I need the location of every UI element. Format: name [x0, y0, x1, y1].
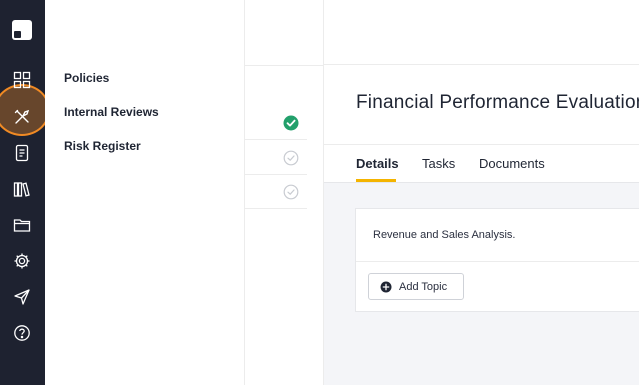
- checklist-row[interactable]: [245, 106, 307, 140]
- checklist-row[interactable]: [245, 141, 307, 175]
- plus-circle-icon: [380, 281, 392, 292]
- topic-description: Revenue and Sales Analysis.: [373, 229, 516, 241]
- dashboard-icon[interactable]: [12, 70, 32, 90]
- detail-header: Financial Performance Evaluation Details…: [324, 66, 639, 183]
- submenu-item-risk-register[interactable]: Risk Register: [64, 139, 141, 153]
- check-pending-icon: [283, 184, 299, 200]
- divider: [356, 261, 639, 262]
- tools-icon[interactable]: [12, 107, 32, 127]
- page-title: Financial Performance Evaluation: [356, 92, 639, 113]
- add-topic-label: Add Topic: [399, 280, 448, 293]
- folder-icon[interactable]: [12, 215, 32, 235]
- tab-documents[interactable]: Documents: [479, 156, 545, 171]
- icon-rail: [0, 0, 50, 385]
- help-icon[interactable]: [12, 323, 32, 343]
- secondary-menu: Policies Internal Reviews Risk Register: [45, 0, 245, 385]
- document-icon[interactable]: [12, 143, 32, 163]
- checklist-row[interactable]: [245, 175, 307, 209]
- library-icon[interactable]: [12, 179, 32, 199]
- add-topic-button[interactable]: Add Topic: [368, 273, 464, 300]
- active-tab-indicator: [356, 179, 396, 182]
- check-complete-icon: [283, 115, 299, 131]
- topics-card: Revenue and Sales Analysis. Add Topic: [355, 208, 639, 312]
- submenu-item-internal-reviews[interactable]: Internal Reviews: [64, 105, 159, 119]
- divider: [324, 144, 639, 145]
- divider: [245, 65, 324, 66]
- submenu-item-policies[interactable]: Policies: [64, 71, 109, 85]
- main-panel: Financial Performance Evaluation Details…: [324, 66, 639, 385]
- settings-icon[interactable]: [12, 251, 32, 271]
- checklist-column: [245, 0, 324, 385]
- tab-details[interactable]: Details: [356, 156, 399, 171]
- app-logo-icon[interactable]: [12, 20, 32, 40]
- rocket-icon[interactable]: [12, 287, 32, 307]
- top-bar: [324, 0, 639, 65]
- check-pending-icon: [283, 150, 299, 166]
- tab-tasks[interactable]: Tasks: [422, 156, 455, 171]
